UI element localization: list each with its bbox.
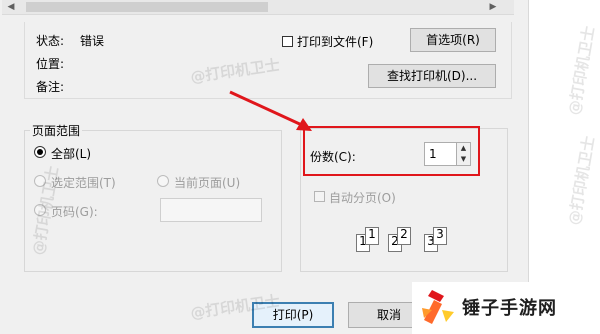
collate-page: 2: [397, 227, 411, 245]
location-label: 位置:: [36, 57, 65, 71]
status-label: 状态:: [36, 34, 65, 48]
scroll-left-icon[interactable]: ◀: [6, 1, 16, 13]
copies-label: 份数(C):: [310, 150, 356, 164]
current-page-label[interactable]: 当前页面(U): [174, 174, 240, 191]
preferences-button[interactable]: 首选项(R): [410, 28, 496, 52]
current-page-radio[interactable]: [157, 175, 169, 187]
all-pages-radio[interactable]: [34, 146, 46, 158]
all-pages-label[interactable]: 全部(L): [51, 145, 91, 162]
brand-site-name: 锤子手游网: [462, 298, 557, 319]
page-numbers-label[interactable]: 页码(G):: [51, 203, 98, 220]
collate-preview: 1 1 2 2 3 3: [356, 226, 466, 254]
find-printer-button[interactable]: 查找打印机(D)...: [368, 64, 496, 88]
annotation-arrow-icon: [229, 90, 312, 131]
scrollbar-thumb[interactable]: [26, 2, 268, 12]
page-numbers-input[interactable]: [160, 198, 262, 222]
collate-label[interactable]: 自动分页(O): [329, 189, 396, 206]
collate-page: 3: [433, 227, 447, 245]
page-range-title: 页面范围: [30, 122, 83, 139]
collate-checkbox[interactable]: [314, 191, 325, 202]
status-value: 错误: [80, 34, 105, 48]
print-to-file-label[interactable]: 打印到文件(F): [297, 33, 373, 50]
print-to-file-checkbox[interactable]: [282, 36, 293, 47]
copies-value[interactable]: 1: [429, 147, 437, 161]
spin-up-icon[interactable]: ▲: [456, 143, 470, 154]
collate-page: 1: [365, 227, 379, 245]
brand-logo-icon: [422, 290, 454, 324]
printer-list-scrollbar[interactable]: ◀ ▶: [2, 0, 514, 15]
copies-spinner[interactable]: 1 ▲ ▼: [424, 142, 471, 166]
scroll-right-icon[interactable]: ▶: [488, 1, 498, 13]
comment-label: 备注:: [36, 80, 65, 94]
spin-down-icon[interactable]: ▼: [456, 154, 470, 165]
